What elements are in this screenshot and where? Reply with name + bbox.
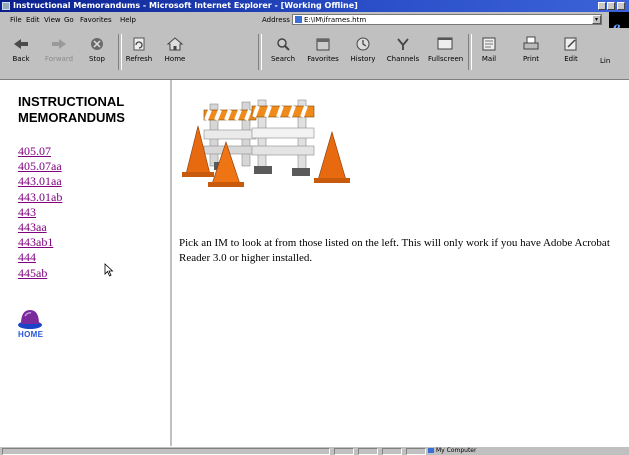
page-icon xyxy=(295,16,302,23)
status-text-cell xyxy=(2,448,330,455)
edit-icon xyxy=(564,37,577,51)
close-button[interactable] xyxy=(617,2,625,10)
window-title-bar[interactable]: Instructional Memorandums - Microsoft In… xyxy=(0,0,629,12)
im-link-444[interactable]: 444 xyxy=(18,250,62,265)
im-link-443aa[interactable]: 443aa xyxy=(18,220,62,235)
back-button[interactable]: Back xyxy=(4,31,38,73)
instructions-text: Pick an IM to look at from those listed … xyxy=(179,237,610,264)
print-button[interactable]: Print xyxy=(514,31,548,73)
status-bar: My Computer xyxy=(0,446,629,455)
refresh-icon xyxy=(133,37,145,51)
favorites-button[interactable]: Favorites xyxy=(306,31,340,73)
back-icon xyxy=(14,39,28,49)
print-icon xyxy=(523,36,539,50)
construction-barricade-image xyxy=(182,99,350,187)
menu-help[interactable]: Help xyxy=(120,16,136,24)
stop-icon xyxy=(91,38,103,50)
im-link-443-01ab[interactable]: 443.01ab xyxy=(18,190,62,205)
mouse-cursor-icon xyxy=(104,263,114,277)
status-cell xyxy=(334,448,354,455)
mail-icon xyxy=(482,37,496,51)
home-link[interactable]: HOME xyxy=(16,304,56,339)
im-link-445ab[interactable]: 445ab xyxy=(18,266,62,281)
address-label: Address xyxy=(262,16,290,24)
minimize-button[interactable] xyxy=(598,2,606,10)
content-frame: Pick an IM to look at from those listed … xyxy=(173,80,629,446)
im-link-443ab1[interactable]: 443ab1 xyxy=(18,235,62,250)
history-icon xyxy=(356,37,370,51)
status-cell xyxy=(358,448,378,455)
im-link-443-01aa[interactable]: 443.01aa xyxy=(18,174,62,189)
status-cell xyxy=(406,448,426,455)
address-value: E:\IM\iframes.htm xyxy=(304,16,367,24)
home-icon xyxy=(166,37,184,51)
history-button[interactable]: History xyxy=(346,31,380,73)
window-title: Instructional Memorandums - Microsoft In… xyxy=(13,1,358,10)
stop-button[interactable]: Stop xyxy=(80,31,114,73)
mail-button[interactable]: Mail xyxy=(472,31,506,73)
ie-window-icon[interactable] xyxy=(2,2,10,10)
toolbar-separator xyxy=(258,34,262,70)
nav-frame: INSTRUCTIONAL MEMORANDUMS 405.07 405.07a… xyxy=(0,80,171,446)
address-dropdown-button[interactable]: ▾ xyxy=(592,15,601,24)
im-link-405-07[interactable]: 405.07 xyxy=(18,144,62,159)
im-link-443[interactable]: 443 xyxy=(18,205,62,220)
fullscreen-icon xyxy=(437,37,453,50)
im-link-405-07aa[interactable]: 405.07aa xyxy=(18,159,62,174)
forward-icon xyxy=(52,39,66,49)
home-dome-icon xyxy=(18,310,42,329)
links-button[interactable]: Lin xyxy=(598,31,618,73)
menu-favorites[interactable]: Favorites xyxy=(80,16,112,24)
favorites-icon xyxy=(316,38,330,51)
menu-go[interactable]: Go xyxy=(64,16,74,24)
edit-button[interactable]: Edit xyxy=(554,31,588,73)
toolbar: Back Forward Stop Refresh Home Search Fa… xyxy=(0,28,629,80)
channels-icon xyxy=(397,38,409,50)
computer-icon xyxy=(428,448,434,453)
search-button[interactable]: Search xyxy=(266,31,300,73)
refresh-button[interactable]: Refresh xyxy=(122,31,156,73)
fullscreen-button[interactable]: Fullscreen xyxy=(428,31,463,73)
im-link-list: 405.07 405.07aa 443.01aa 443.01ab 443 44… xyxy=(18,144,62,281)
status-cell xyxy=(382,448,402,455)
channels-button[interactable]: Channels xyxy=(386,31,420,73)
maximize-button[interactable] xyxy=(607,2,615,10)
menu-address-row: File Edit View Go Favorites Help Address… xyxy=(0,12,629,28)
address-input[interactable]: E:\IM\iframes.htm xyxy=(292,14,602,25)
security-zone: My Computer xyxy=(428,447,476,455)
forward-button[interactable]: Forward xyxy=(42,31,76,73)
menu-file[interactable]: File xyxy=(10,16,22,24)
home-link-label: HOME xyxy=(18,330,44,339)
menu-view[interactable]: View xyxy=(44,16,61,24)
search-icon xyxy=(277,38,290,51)
menu-edit[interactable]: Edit xyxy=(26,16,40,24)
nav-heading: INSTRUCTIONAL MEMORANDUMS xyxy=(18,94,125,125)
home-button[interactable]: Home xyxy=(158,31,192,73)
